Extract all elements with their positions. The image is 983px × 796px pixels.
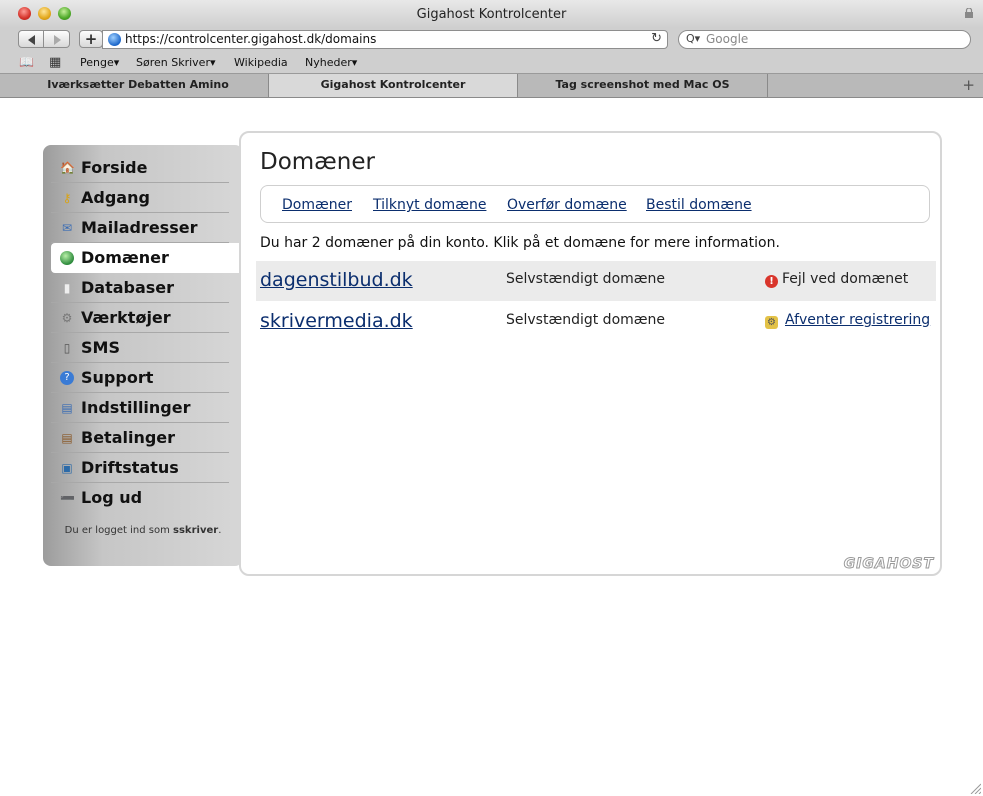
forward-button[interactable] [44,30,70,48]
sidebar-item-adgang[interactable]: ⚷ Adgang [51,183,229,213]
sidebar-item-betalinger[interactable]: ▤ Betalinger [51,423,229,453]
main-panel: Domæner Domæner Tilknyt domæne Overfør d… [239,131,942,576]
logged-in-prefix: Du er logget ind som [64,525,174,536]
subnav-bar: Domæner Tilknyt domæne Overfør domæne Be… [260,185,930,223]
tab-gigahost[interactable]: Gigahost Kontrolcenter [269,74,518,97]
sidebar: 🏠 Forside ⚷ Adgang ✉ Mailadresser Domæne… [43,145,243,566]
page-title: Domæner [260,149,375,175]
home-icon: 🏠 [60,161,75,175]
sidebar-item-vaerktojer[interactable]: ⚙ Værktøjer [51,303,229,333]
sidebar-item-log-ud[interactable]: ➖ Log ud [51,483,229,513]
search-placeholder: Google [706,32,749,46]
database-icon: ▮ [63,281,71,295]
tab-bar: Iværksætter Debatten Amino Gigahost Kont… [0,74,983,98]
bookmark-penge[interactable]: Penge▾ [80,56,119,69]
phone-icon: ▯ [63,341,71,355]
domain-row: dagenstilbud.dk Selvstændigt domæne ! Fe… [256,261,936,301]
resize-grip-icon[interactable] [969,782,981,794]
error-icon: ! [765,275,778,288]
key-icon: ⚷ [62,191,72,205]
bookmark-soren-skriver[interactable]: Søren Skriver▾ [136,56,215,69]
sidebar-item-label: Log ud [81,488,143,507]
plus-icon: + [84,30,98,48]
info-text: Du har 2 domæner på din konto. Klik på e… [260,235,780,251]
help-icon: ? [60,371,74,385]
sidebar-item-forside[interactable]: 🏠 Forside [51,153,229,183]
add-bookmark-button[interactable]: + [79,30,103,48]
window-title: Gigahost Kontrolcenter [416,7,567,22]
tab-ivaerksaetter[interactable]: Iværksætter Debatten Amino [8,74,269,97]
logged-in-suffix: . [218,525,222,536]
sidebar-item-label: Mailadresser [81,218,198,237]
sidebar-item-sms[interactable]: ▯ SMS [51,333,229,363]
logout-icon: ➖ [60,491,75,505]
sidebar-item-label: Forside [81,158,148,177]
sidebar-item-mailadresser[interactable]: ✉ Mailadresser [51,213,229,243]
pending-icon: ⚙ [765,316,778,329]
reading-list-icon[interactable]: 📖 [19,55,34,69]
back-arrow-icon [28,35,35,45]
domain-status-link[interactable]: Afventer registrering [785,312,930,328]
sidebar-item-indstillinger[interactable]: ▤ Indstillinger [51,393,229,423]
subnav-tilknyt-domaene[interactable]: Tilknyt domæne [373,197,486,213]
url-text: https://controlcenter.gigahost.dk/domain… [125,32,377,46]
logged-in-text: Du er logget ind som sskriver. [43,525,243,536]
address-bar[interactable]: https://controlcenter.gigahost.dk/domain… [102,30,668,49]
search-icon: Q▾ [686,32,701,45]
lock-icon [965,8,973,18]
subnav-domaener[interactable]: Domæner [282,197,352,213]
domain-type: Selvstændigt domæne [506,271,666,287]
id-card-icon: ▤ [61,401,73,415]
domain-row: skrivermedia.dk Selvstændigt domæne ⚙ Af… [256,302,936,342]
sidebar-item-label: Betalinger [81,428,176,447]
sidebar-item-label: Databaser [81,278,175,297]
forward-arrow-icon [54,35,61,45]
page-content: 🏠 Forside ⚷ Adgang ✉ Mailadresser Domæne… [0,98,983,796]
browser-window: Gigahost Kontrolcenter + https://control… [0,0,983,796]
sidebar-item-label: Adgang [81,188,150,207]
reload-icon[interactable]: ↻ [651,31,662,46]
search-field[interactable]: Q▾ Google [678,30,971,49]
sidebar-item-databaser[interactable]: ▮ Databaser [51,273,229,303]
browser-toolbar: + https://controlcenter.gigahost.dk/doma… [0,28,983,52]
bookmarks-bar: 📖 ▦ Penge▾ Søren Skriver▾ Wikipedia Nyhe… [0,52,983,74]
domain-link[interactable]: skrivermedia.dk [260,310,413,332]
back-button[interactable] [18,30,44,48]
sidebar-item-driftstatus[interactable]: ▣ Driftstatus [51,453,229,483]
sidebar-item-label: Domæner [81,248,169,267]
envelope-icon: ✉ [61,221,73,235]
bookmark-nyheder[interactable]: Nyheder▾ [305,56,357,69]
domain-status: Fejl ved domænet [782,271,909,287]
invoice-icon: ▤ [61,431,73,445]
sidebar-item-label: SMS [81,338,120,357]
site-globe-icon [108,33,121,46]
sidebar-item-label: Værktøjer [81,308,171,327]
domain-type: Selvstændigt domæne [506,312,666,328]
tab-screenshot[interactable]: Tag screenshot med Mac OS [518,74,768,97]
domain-link[interactable]: dagenstilbud.dk [260,269,413,291]
bookmark-wikipedia[interactable]: Wikipedia [234,56,288,69]
top-sites-grid-icon[interactable]: ▦ [49,55,61,70]
sidebar-item-support[interactable]: ? Support [51,363,229,393]
globe-icon [60,251,74,265]
sidebar-item-label: Indstillinger [81,398,191,417]
subnav-overfor-domaene[interactable]: Overfør domæne [507,197,627,213]
new-tab-icon[interactable]: + [962,76,975,94]
monitor-icon: ▣ [61,461,73,475]
title-bar: Gigahost Kontrolcenter [0,0,983,28]
sidebar-item-domaener[interactable]: Domæner [51,243,243,273]
sidebar-item-label: Support [81,368,154,387]
sidebar-item-label: Driftstatus [81,458,179,477]
logged-in-user: sskriver [173,525,219,536]
gigahost-logo: GIGAHOST [843,556,934,573]
gear-icon: ⚙ [61,311,73,325]
subnav-bestil-domaene[interactable]: Bestil domæne [646,197,752,213]
